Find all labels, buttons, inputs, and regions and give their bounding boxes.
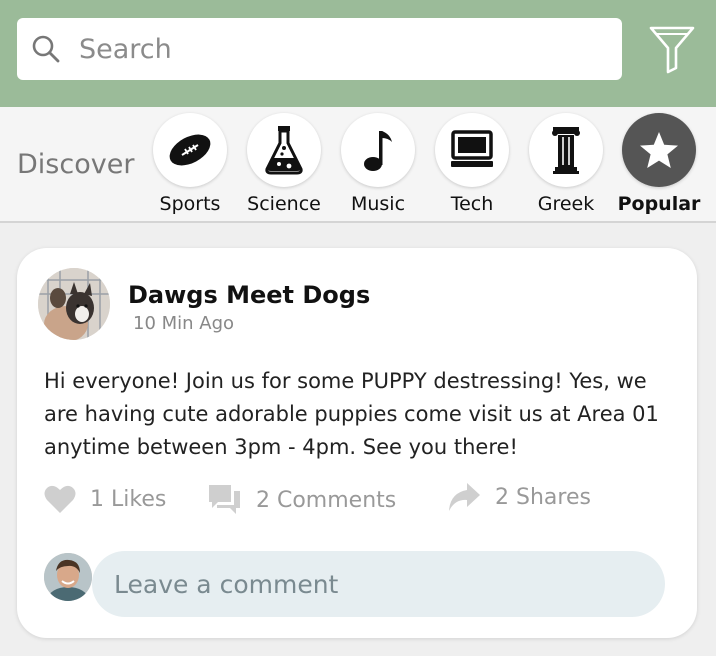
discover-label: Discover: [17, 149, 135, 180]
share-count: 2 Shares: [495, 484, 591, 510]
flask-icon: [265, 126, 303, 175]
category-popular-button[interactable]: [622, 113, 696, 187]
heart-icon: [44, 485, 76, 513]
post-title[interactable]: Dawgs Meet Dogs: [128, 281, 370, 309]
discover-bar: Discover Sports Science Music Tech Greek…: [0, 107, 716, 223]
comment-box[interactable]: [92, 551, 665, 617]
search-icon: [32, 35, 60, 63]
post-card: Dawgs Meet Dogs 10 Min Ago Hi everyone! …: [17, 248, 697, 638]
category-sports[interactable]: Sports: [143, 113, 237, 215]
like-count: 1 Likes: [90, 486, 167, 512]
category-label: Sports: [159, 193, 221, 215]
comments-button[interactable]: 2 Comments: [208, 484, 396, 516]
greek-column-icon: [552, 127, 580, 174]
category-popular[interactable]: Popular: [612, 113, 706, 215]
dog-photo: [38, 268, 110, 340]
user-avatar: [44, 553, 92, 601]
share-icon: [449, 483, 480, 511]
category-label: Popular: [617, 193, 701, 215]
category-label: Tech: [450, 193, 494, 215]
computer-icon: [451, 130, 493, 167]
comment-icon: [209, 485, 240, 514]
post-body: Hi everyone! Join us for some PUPPY dest…: [44, 369, 659, 459]
search-input[interactable]: [77, 32, 581, 66]
category-music[interactable]: Music: [331, 113, 425, 215]
post-avatar[interactable]: [38, 268, 110, 340]
category-tech[interactable]: Tech: [425, 113, 519, 215]
category-greek-button[interactable]: [529, 113, 603, 187]
category-label: Science: [247, 193, 321, 215]
filter-icon[interactable]: [648, 24, 696, 74]
post-timestamp: 10 Min Ago: [133, 313, 235, 334]
category-label: Greek: [537, 193, 595, 215]
category-greek[interactable]: Greek: [519, 113, 613, 215]
category-science[interactable]: Science: [237, 113, 331, 215]
category-sports-button[interactable]: [153, 113, 227, 187]
category-tech-button[interactable]: [435, 113, 509, 187]
category-science-button[interactable]: [247, 113, 321, 187]
football-icon: [169, 134, 211, 166]
share-button[interactable]: 2 Shares: [447, 482, 591, 512]
top-bar: [0, 0, 716, 107]
category-music-button[interactable]: [341, 113, 415, 187]
user-photo: [44, 553, 92, 601]
search-bar[interactable]: [17, 18, 622, 80]
comment-input[interactable]: [112, 568, 636, 600]
comment-count: 2 Comments: [256, 487, 397, 513]
star-icon: [640, 132, 678, 168]
music-note-icon: [364, 131, 392, 171]
category-label: Music: [350, 193, 406, 215]
like-button[interactable]: 1 Likes: [44, 484, 166, 514]
